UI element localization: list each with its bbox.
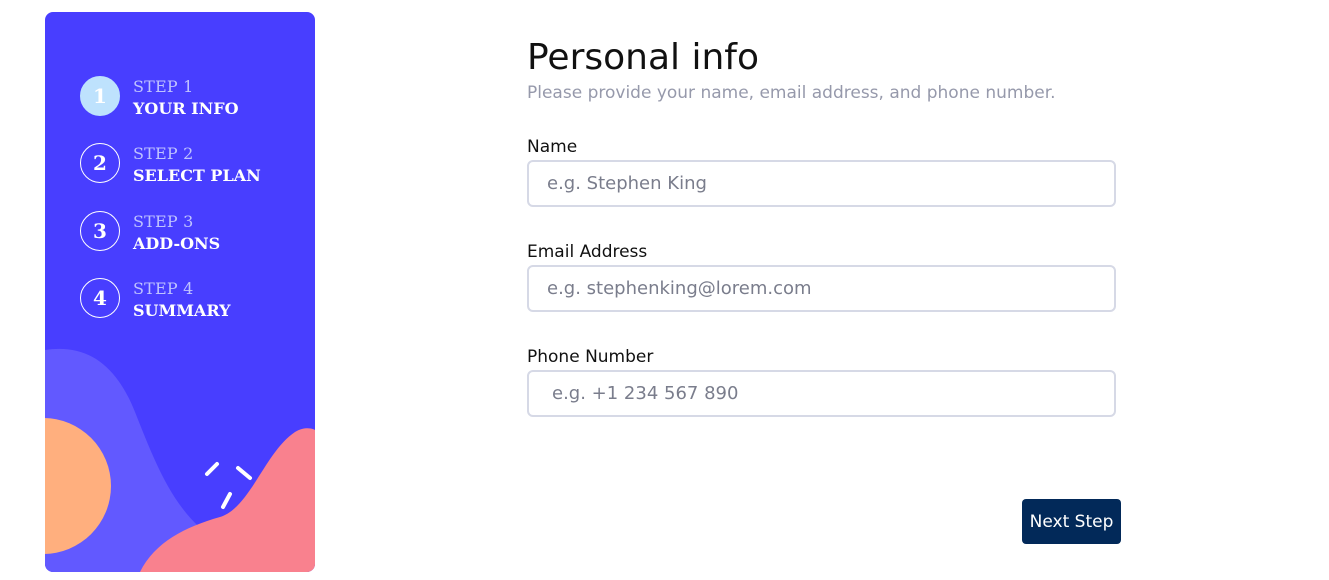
step-item-1[interactable]: 1 STEP 1 YOUR INFO	[80, 76, 310, 120]
step-title: STEP 3	[133, 212, 194, 231]
next-step-button[interactable]: Next Step	[1022, 499, 1121, 544]
step-number-badge: 4	[80, 278, 120, 318]
step-number-badge: 3	[80, 211, 120, 251]
email-field-group: Email Address	[527, 241, 1116, 312]
steps-sidebar: 1 STEP 1 YOUR INFO 2 STEP 2 SELECT PLAN …	[45, 12, 315, 572]
multi-step-form-page: 1 STEP 1 YOUR INFO 2 STEP 2 SELECT PLAN …	[0, 0, 1329, 580]
step-label: SUMMARY	[133, 301, 231, 320]
email-input[interactable]	[527, 265, 1116, 312]
step-number-badge: 1	[80, 76, 120, 116]
phone-label: Phone Number	[527, 347, 654, 367]
step-item-2[interactable]: 2 STEP 2 SELECT PLAN	[80, 143, 310, 187]
email-label: Email Address	[527, 242, 648, 262]
personal-info-form: Personal info Please provide your name, …	[527, 34, 1127, 417]
step-label: SELECT PLAN	[133, 166, 261, 185]
step-label: YOUR INFO	[133, 99, 239, 118]
name-label: Name	[527, 137, 578, 157]
phone-field-group: Phone Number	[527, 346, 1116, 417]
step-title: STEP 2	[133, 144, 194, 163]
step-item-3[interactable]: 3 STEP 3 ADD-ONS	[80, 211, 310, 255]
step-title: STEP 1	[133, 77, 194, 96]
name-field-group: Name	[527, 136, 1116, 207]
phone-input[interactable]	[527, 370, 1116, 417]
step-title: STEP 4	[133, 279, 194, 298]
page-subtitle: Please provide your name, email address,…	[527, 83, 1056, 103]
step-number-badge: 2	[80, 143, 120, 183]
step-item-4[interactable]: 4 STEP 4 SUMMARY	[80, 278, 310, 322]
step-label: ADD-ONS	[133, 234, 221, 253]
name-input[interactable]	[527, 160, 1116, 207]
page-title: Personal info	[527, 37, 759, 78]
